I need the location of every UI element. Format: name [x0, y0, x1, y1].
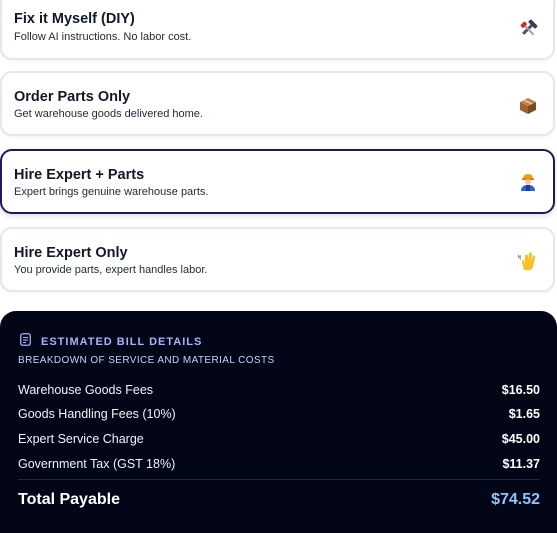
bill-panel: ESTIMATED BILL DETAILS BREAKDOWN OF SERV…	[0, 311, 557, 533]
option-title: Hire Expert + Parts	[14, 167, 145, 183]
option-description: You provide parts, expert handles labor.	[14, 264, 208, 276]
option-title: Order Parts Only	[14, 89, 131, 105]
option-card-order-parts[interactable]: Order Parts Only Get warehouse goods del…	[0, 71, 555, 136]
total-label: Total Payable	[18, 491, 120, 508]
option-card-hire-expert-parts[interactable]: Hire Expert + Parts Expert brings genuin…	[0, 149, 555, 214]
bill-divider	[18, 479, 540, 480]
bill-line-item: Government Tax (GST 18%) $11.37	[18, 457, 540, 471]
line-item-amount: $1.65	[508, 407, 540, 421]
option-description: Follow AI instructions. No labor cost.	[14, 31, 192, 43]
line-item-label: Goods Handling Fees (10%)	[18, 407, 176, 421]
option-title: Fix it Myself (DIY)	[14, 11, 135, 27]
hand-wave-icon	[517, 250, 539, 272]
line-item-amount: $45.00	[501, 432, 540, 446]
bill-title: ESTIMATED BILL DETAILS	[41, 336, 203, 348]
option-card-diy[interactable]: Fix it Myself (DIY) Follow AI instructio…	[0, 0, 555, 60]
line-item-label: Government Tax (GST 18%)	[18, 457, 176, 471]
line-item-label: Warehouse Goods Fees	[18, 383, 154, 397]
receipt-icon	[20, 333, 31, 351]
bill-header: ESTIMATED BILL DETAILS	[20, 333, 202, 351]
line-item-amount: $16.50	[501, 383, 540, 397]
line-item-amount: $11.37	[502, 457, 540, 471]
option-card-hire-expert-only[interactable]: Hire Expert Only You provide parts, expe…	[0, 227, 555, 292]
bill-line-item: Expert Service Charge $45.00	[18, 432, 540, 446]
total-row: Total Payable $74.52	[18, 491, 540, 509]
bill-line-item: Goods Handling Fees (10%) $1.65	[18, 407, 540, 421]
package-icon	[517, 95, 539, 117]
option-description: Get warehouse goods delivered home.	[14, 108, 203, 120]
option-description: Expert brings genuine warehouse parts.	[14, 186, 209, 198]
bill-subtitle: BREAKDOWN OF SERVICE AND MATERIAL COSTS	[18, 355, 275, 366]
bill-line-item: Warehouse Goods Fees $16.50	[18, 383, 540, 397]
option-title: Hire Expert Only	[14, 245, 128, 261]
tools-icon	[517, 18, 539, 40]
total-amount: $74.52	[491, 491, 540, 508]
line-item-label: Expert Service Charge	[18, 432, 144, 446]
worker-icon	[517, 171, 539, 193]
